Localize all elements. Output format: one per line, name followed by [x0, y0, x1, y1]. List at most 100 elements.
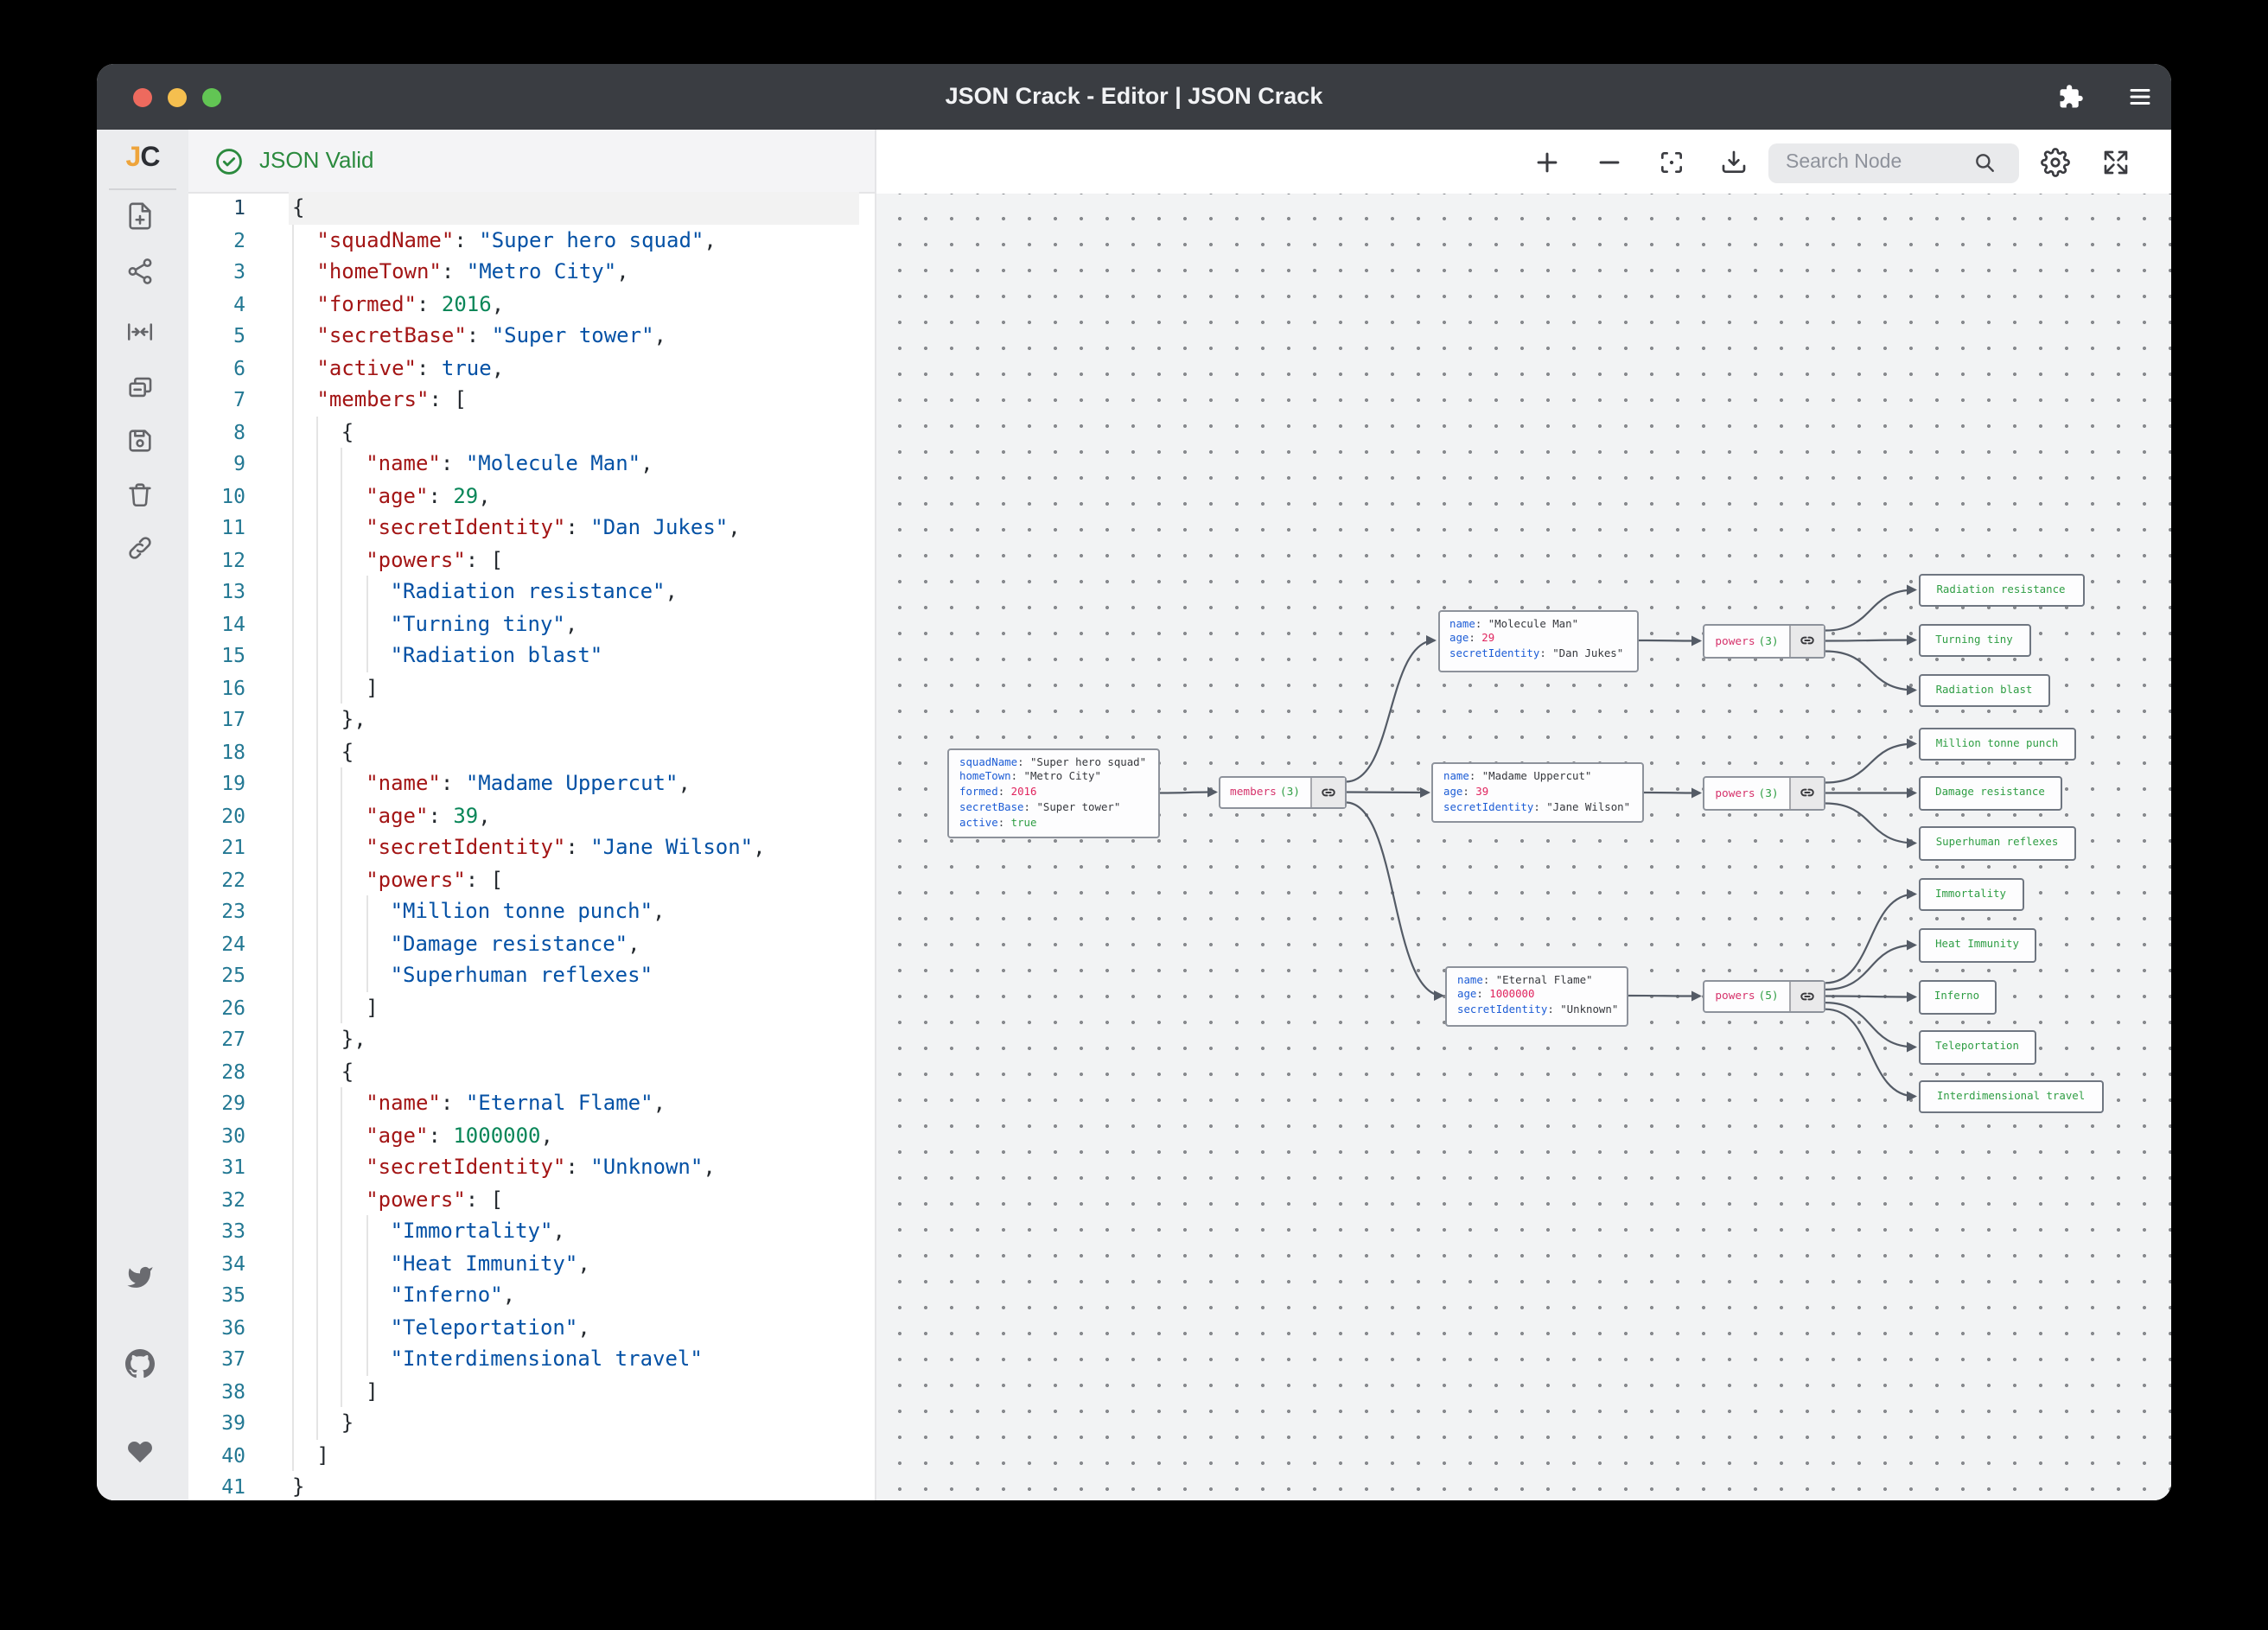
line-number: 13 — [188, 576, 245, 608]
graph-panel: squadName: "Super hero squad"homeTown: "… — [875, 130, 2171, 1500]
line-number: 37 — [188, 1343, 245, 1375]
graph-toolbar — [876, 130, 2171, 195]
zoom-out-icon[interactable] — [1595, 148, 1624, 177]
sponsor-heart-icon[interactable] — [125, 1438, 153, 1466]
code-lines[interactable]: 1{2"squadName": "Super hero squad",3"hom… — [188, 192, 875, 1500]
code-line: 35"Inferno", — [188, 1279, 875, 1311]
menu-icon[interactable] — [2126, 84, 2152, 110]
line-number: 31 — [188, 1151, 245, 1183]
code-line: 38] — [188, 1375, 875, 1407]
code-line: 5"secretBase": "Super tower", — [188, 320, 875, 352]
delete-icon[interactable] — [124, 480, 154, 509]
graph-node-members[interactable]: members(3) — [1219, 776, 1346, 808]
graph-node-l5[interactable]: Damage resistance — [1918, 776, 2062, 810]
fold-horizontal-icon[interactable] — [124, 316, 154, 346]
code-line: 4"formed": 2016, — [188, 288, 875, 320]
code-line: 25"Superhuman reflexes" — [188, 959, 875, 991]
graph-node-l2[interactable]: Turning tiny — [1918, 623, 2030, 657]
line-number: 7 — [188, 384, 245, 416]
code-line: 30"age": 1000000, — [188, 1119, 875, 1151]
window-content: JC — [97, 130, 2171, 1500]
code-line: 6"active": true, — [188, 352, 875, 384]
zoom-in-icon[interactable] — [1532, 148, 1562, 177]
line-number: 26 — [188, 991, 245, 1023]
app-logo[interactable]: JC — [97, 143, 188, 175]
line-number: 28 — [188, 1055, 245, 1087]
code-line: 7"members": [ — [188, 384, 875, 416]
fullscreen-icon[interactable] — [2101, 149, 2129, 176]
graph-node-l3[interactable]: Radiation blast — [1918, 673, 2050, 707]
code-line: 33"Immortality", — [188, 1215, 875, 1247]
line-number: 12 — [188, 544, 245, 576]
line-number: 27 — [188, 1023, 245, 1055]
code-line: 32"powers": [ — [188, 1183, 875, 1215]
graph-node-p2[interactable]: powers(3) — [1703, 776, 1825, 810]
expand-link-icon[interactable] — [1789, 626, 1824, 656]
new-file-icon[interactable] — [124, 201, 154, 231]
graph-node-l11[interactable]: Interdimensional travel — [1918, 1079, 2104, 1113]
save-icon[interactable] — [124, 426, 154, 455]
line-number: 30 — [188, 1119, 245, 1151]
graph-node-l8[interactable]: Heat Immunity — [1918, 928, 2036, 962]
graph-node-l7[interactable]: Immortality — [1918, 877, 2023, 911]
check-circle-icon — [214, 146, 244, 175]
line-number: 1 — [188, 192, 245, 224]
graph-canvas[interactable]: squadName: "Super hero squad"homeTown: "… — [876, 194, 2171, 1500]
tool-sidebar: JC — [97, 130, 188, 1500]
line-number: 35 — [188, 1279, 245, 1311]
line-number: 41 — [188, 1471, 245, 1500]
code-line: 34"Heat Immunity", — [188, 1247, 875, 1279]
line-number: 33 — [188, 1215, 245, 1247]
code-line: 23"Million tonne punch", — [188, 895, 875, 927]
line-number: 34 — [188, 1247, 245, 1279]
graph-node-l10[interactable]: Teleportation — [1918, 1030, 2036, 1064]
graph-node-m1[interactable]: name: "Molecule Man"age: 29secretIdentit… — [1437, 609, 1638, 672]
line-number: 8 — [188, 416, 245, 448]
validation-status: JSON Valid — [259, 130, 373, 192]
code-line: 16] — [188, 672, 875, 704]
github-icon[interactable] — [124, 1349, 154, 1378]
settings-gear-icon[interactable] — [2041, 148, 2070, 177]
graph-view-icon[interactable] — [124, 257, 154, 286]
download-icon[interactable] — [1720, 149, 1748, 176]
search-node-input[interactable] — [1768, 143, 2019, 182]
graph-node-m3[interactable]: name: "Eternal Flame"age: 1000000secretI… — [1445, 965, 1628, 1026]
graph-node-p3[interactable]: powers(5) — [1703, 979, 1825, 1013]
code-line: 11"secretIdentity": "Dan Jukes", — [188, 512, 875, 544]
line-number: 17 — [188, 704, 245, 735]
code-line: 10"age": 29, — [188, 480, 875, 512]
graph-node-root[interactable]: squadName: "Super hero squad"homeTown: "… — [947, 748, 1160, 838]
code-line: 28{ — [188, 1055, 875, 1087]
twitter-icon[interactable] — [125, 1264, 153, 1291]
extension-icon[interactable] — [2057, 84, 2083, 110]
graph-node-l4[interactable]: Million tonne punch — [1918, 727, 2076, 761]
graph-node-l9[interactable]: Inferno — [1918, 980, 1996, 1014]
graph-node-m2[interactable]: name: "Madame Uppercut"age: 39secretIden… — [1431, 762, 1644, 823]
graph-node-l1[interactable]: Radiation resistance — [1918, 573, 2084, 607]
line-number: 21 — [188, 831, 245, 863]
line-number: 25 — [188, 959, 245, 991]
window-title: JSON Crack - Editor | JSON Crack — [97, 64, 2171, 130]
line-number: 15 — [188, 640, 245, 672]
graph-node-l6[interactable]: Superhuman reflexes — [1918, 826, 2076, 860]
code-line: 17}, — [188, 704, 875, 735]
line-number: 5 — [188, 320, 245, 352]
sidebar-divider — [109, 188, 176, 190]
focus-icon[interactable] — [1658, 149, 1685, 176]
copy-icon[interactable] — [124, 372, 154, 402]
code-line: 24"Damage resistance", — [188, 927, 875, 959]
line-number: 19 — [188, 767, 245, 799]
share-link-icon[interactable] — [124, 532, 154, 562]
line-number: 24 — [188, 927, 245, 959]
code-line: 18{ — [188, 735, 875, 767]
code-line: 3"homeTown": "Metro City", — [188, 256, 875, 288]
expand-link-icon[interactable] — [1789, 778, 1824, 808]
line-number: 39 — [188, 1407, 245, 1439]
code-line: 29"name": "Eternal Flame", — [188, 1087, 875, 1119]
expand-link-icon[interactable] — [1309, 778, 1344, 806]
line-number: 32 — [188, 1183, 245, 1215]
line-number: 11 — [188, 512, 245, 544]
code-line: 14"Turning tiny", — [188, 608, 875, 640]
graph-node-p1[interactable]: powers(3) — [1703, 624, 1825, 658]
expand-link-icon[interactable] — [1789, 981, 1824, 1011]
